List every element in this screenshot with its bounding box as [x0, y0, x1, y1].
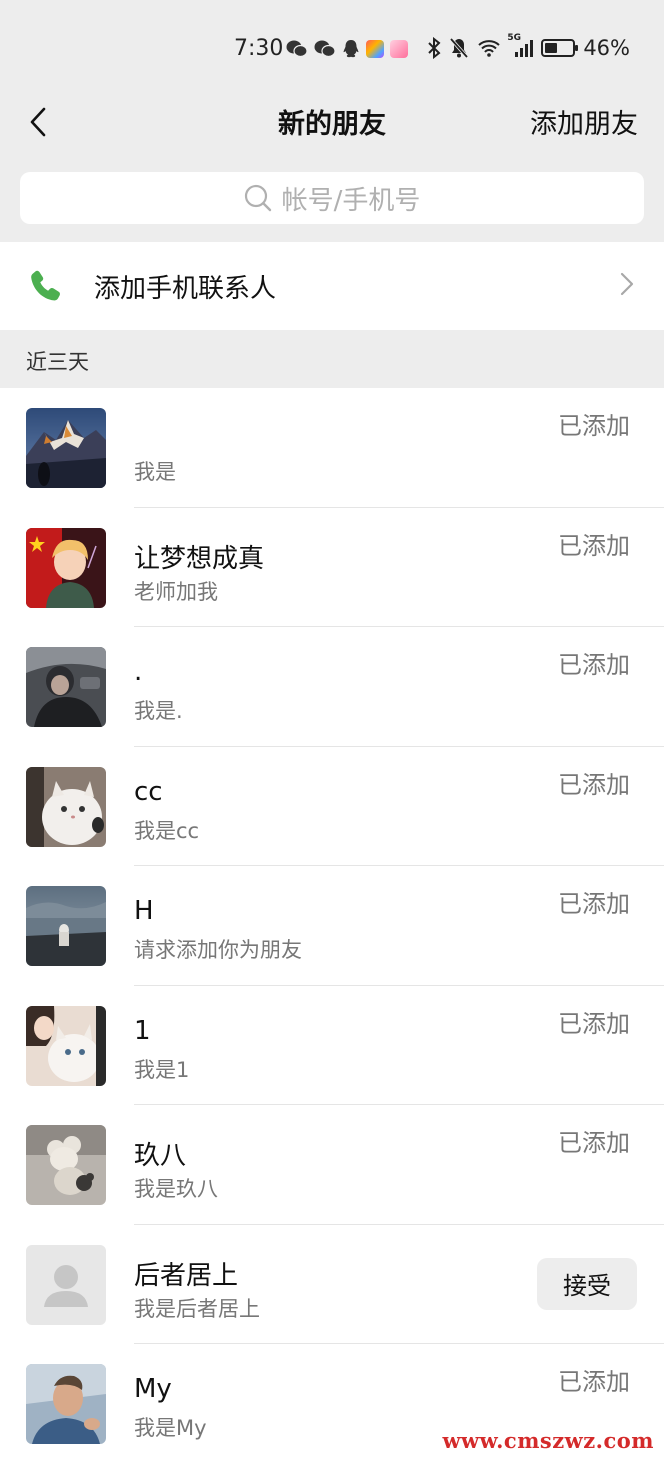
friend-request-list: 我是 已添加 让梦想成真 老师加我 已添加 . 我是. 已添加 cc 我是cc …	[0, 388, 664, 1464]
back-button[interactable]	[18, 100, 58, 144]
friend-message: 老师加我	[134, 579, 218, 604]
signal-icon	[515, 40, 534, 57]
avatar[interactable]	[26, 647, 106, 727]
notification-icons	[286, 38, 408, 60]
default-avatar-icon	[26, 1244, 106, 1325]
added-status: 已添加	[558, 1368, 630, 1396]
added-status: 已添加	[558, 651, 630, 679]
battery-percent: 46%	[583, 36, 630, 60]
mountain-photo-avatar	[26, 408, 106, 488]
signal-indicator: 5G	[507, 33, 534, 59]
added-status: 已添加	[558, 890, 630, 918]
friend-name: 让梦想成真	[134, 543, 265, 574]
added-status: 已添加	[558, 531, 630, 560]
friend-request-item[interactable]: 让梦想成真 老师加我 已添加	[0, 508, 664, 627]
avatar[interactable]	[26, 1364, 106, 1444]
friend-message: 我是.	[134, 699, 183, 723]
white-cat-avatar	[26, 766, 106, 847]
wechat-icon	[286, 40, 308, 58]
wechat-icon	[314, 40, 336, 58]
avatar[interactable]	[26, 886, 106, 966]
friend-request-item[interactable]: 1 我是1 已添加	[0, 986, 664, 1105]
friend-name: .	[134, 657, 143, 687]
add-phone-contacts-label: 添加手机联系人	[94, 273, 277, 304]
status-time: 7:30	[234, 36, 284, 61]
search-input[interactable]: 帐号/手机号	[20, 172, 644, 224]
app-icon	[390, 40, 408, 58]
friend-name: My	[134, 1374, 172, 1404]
back-chevron-icon	[30, 107, 46, 137]
avatar[interactable]	[26, 766, 106, 847]
accept-button[interactable]: 接受	[537, 1257, 637, 1310]
friend-message: 我是	[134, 460, 176, 484]
friend-name: H	[134, 896, 154, 926]
avatar[interactable]	[26, 1125, 106, 1205]
avatar[interactable]	[26, 527, 106, 608]
friend-request-item[interactable]: H 请求添加你为朋友 已添加	[0, 866, 664, 986]
section-header: 近三天	[0, 330, 664, 388]
friend-message: 我是1	[134, 1057, 190, 1082]
friend-request-item[interactable]: 后者居上 我是后者居上 接受	[0, 1225, 664, 1344]
watermark: www.cmszwz.com	[442, 1428, 654, 1453]
friend-request-item[interactable]: 玖八 我是玖八 已添加	[0, 1105, 664, 1225]
search-icon	[244, 184, 271, 212]
bluetooth-icon	[428, 37, 441, 59]
section-title: 近三天	[26, 350, 89, 374]
chevron-right-icon	[620, 272, 634, 296]
man-photo-avatar	[26, 1364, 106, 1444]
added-status: 已添加	[558, 1129, 630, 1157]
friend-request-item[interactable]: 我是 已添加	[0, 388, 664, 508]
car-selfie-avatar	[26, 647, 106, 727]
friend-name: 玖八	[134, 1141, 187, 1171]
plush-toy-avatar	[26, 1125, 106, 1205]
friend-message: 我是玖八	[134, 1177, 218, 1201]
wifi-icon	[478, 40, 500, 57]
added-status: 已添加	[558, 412, 630, 440]
anime-boy-avatar	[26, 527, 106, 608]
mute-icon	[450, 37, 469, 59]
seaside-photo-avatar	[26, 886, 106, 966]
girl-with-cat-avatar	[26, 1005, 106, 1086]
friend-message: 我是My	[134, 1416, 207, 1440]
status-bar: 7:30 5G 46%	[0, 0, 664, 96]
qq-icon	[343, 40, 359, 58]
friend-message: 请求添加你为朋友	[134, 938, 302, 962]
battery-icon	[541, 39, 579, 57]
system-status: 5G 46%	[427, 33, 630, 60]
avatar[interactable]	[26, 1005, 106, 1086]
friend-message: 我是后者居上	[134, 1296, 260, 1321]
app-icon	[366, 40, 384, 58]
friend-name: 1	[134, 1015, 151, 1046]
phone-icon	[31, 270, 60, 301]
added-status: 已添加	[558, 1009, 630, 1038]
add-friend-button[interactable]: 添加朋友	[530, 102, 638, 141]
avatar[interactable]	[26, 408, 106, 488]
navigation-bar: 新的朋友 添加朋友 帐号/手机号	[0, 96, 664, 242]
search-placeholder: 帐号/手机号	[281, 185, 421, 216]
friend-message: 我是cc	[134, 818, 200, 843]
friend-request-item[interactable]: . 我是. 已添加	[0, 627, 664, 747]
added-status: 已添加	[558, 770, 630, 799]
add-phone-contacts-row[interactable]: 添加手机联系人	[0, 242, 664, 330]
friend-request-item[interactable]: cc 我是cc 已添加	[0, 747, 664, 866]
friend-name: cc	[134, 776, 163, 807]
friend-name: 后者居上	[134, 1260, 239, 1291]
avatar[interactable]	[26, 1244, 106, 1325]
